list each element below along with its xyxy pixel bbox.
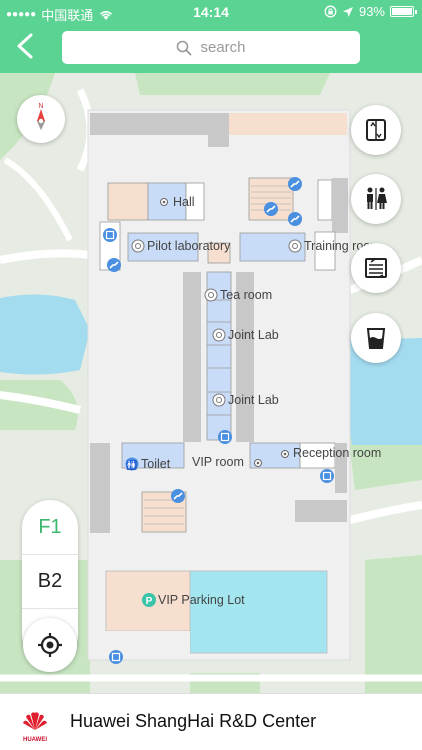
restroom-filter-button[interactable] bbox=[351, 174, 401, 224]
locate-button[interactable] bbox=[23, 618, 77, 672]
battery-icon bbox=[390, 6, 417, 17]
indoor-map[interactable]: Hall Pilot laboratory Training room Tea … bbox=[0, 73, 422, 693]
stairs-icon[interactable] bbox=[288, 177, 302, 191]
room-label-hall: Hall bbox=[173, 195, 195, 209]
footer-bar[interactable]: HUAWEI Huawei ShangHai R&D Center bbox=[0, 693, 422, 750]
room-marker-reception-room[interactable]: Reception room bbox=[281, 446, 382, 460]
restroom-icon bbox=[367, 187, 387, 210]
room-label-reception-room: Reception room bbox=[293, 446, 381, 460]
room-marker-tea-room[interactable]: Tea room bbox=[204, 288, 272, 302]
room-label-tea-room: Tea room bbox=[220, 288, 272, 302]
rotation-lock-icon bbox=[324, 5, 337, 18]
elevator-icon[interactable] bbox=[109, 650, 123, 664]
room-marker-vip-parking-lot[interactable]: P VIP Parking Lot bbox=[142, 593, 245, 607]
huawei-logo-icon bbox=[23, 712, 47, 730]
stairs-icon[interactable] bbox=[288, 212, 302, 226]
stairs-icon[interactable] bbox=[264, 202, 278, 216]
stairs-icon[interactable] bbox=[171, 489, 185, 503]
room-label-vip-room: VIP room bbox=[192, 455, 244, 469]
water-filter-button[interactable] bbox=[351, 313, 401, 363]
header-bar: ●●●●● 中国联通 14:14 93% search bbox=[0, 0, 422, 73]
locate-icon bbox=[38, 633, 62, 657]
room-marker-joint-lab-2[interactable]: Joint Lab bbox=[212, 393, 279, 407]
parking-icon: P bbox=[146, 596, 153, 607]
compass-button[interactable]: N bbox=[17, 95, 65, 143]
room-marker-toilet[interactable]: 🚻 Toilet bbox=[125, 457, 171, 471]
toilet-icon: 🚻 bbox=[126, 459, 137, 471]
back-button[interactable] bbox=[14, 33, 38, 59]
room-label-joint-lab-2: Joint Lab bbox=[228, 393, 279, 407]
svg-text:N: N bbox=[38, 103, 43, 110]
elevator-icon[interactable] bbox=[320, 469, 334, 483]
location-arrow-icon bbox=[342, 6, 353, 17]
water-icon bbox=[366, 328, 386, 349]
elevator-icon[interactable] bbox=[218, 430, 232, 444]
search-placeholder: search bbox=[200, 39, 246, 56]
escalator-filter-button[interactable] bbox=[351, 243, 401, 293]
huawei-logo-text: HUAWEI bbox=[23, 737, 47, 743]
elevator-icon bbox=[366, 119, 386, 141]
lake-west bbox=[0, 294, 90, 375]
search-input[interactable]: search bbox=[62, 31, 360, 64]
escalator-icon bbox=[365, 258, 387, 278]
room-label-vip-parking-lot: VIP Parking Lot bbox=[158, 593, 245, 607]
room-marker-joint-lab-1[interactable]: Joint Lab bbox=[212, 328, 279, 342]
search-icon bbox=[177, 40, 192, 55]
battery-percent: 93% bbox=[358, 4, 385, 19]
stairs-icon[interactable] bbox=[107, 258, 121, 272]
floor-button-b2[interactable]: B2 bbox=[22, 554, 78, 608]
location-title: Huawei ShangHai R&D Center bbox=[70, 711, 317, 731]
elevator-icon[interactable] bbox=[103, 228, 117, 242]
compass-icon: N bbox=[37, 103, 45, 130]
room-label-pilot-laboratory: Pilot laboratory bbox=[147, 239, 231, 253]
status-bar: ●●●●● 中国联通 14:14 93% bbox=[0, 0, 422, 24]
room-marker-pilot-laboratory[interactable]: Pilot laboratory bbox=[131, 239, 231, 253]
elevator-filter-button[interactable] bbox=[351, 105, 401, 155]
room-label-joint-lab-1: Joint Lab bbox=[228, 328, 279, 342]
room-label-toilet: Toilet bbox=[141, 457, 171, 471]
floor-button-f1[interactable]: F1 bbox=[22, 500, 78, 554]
